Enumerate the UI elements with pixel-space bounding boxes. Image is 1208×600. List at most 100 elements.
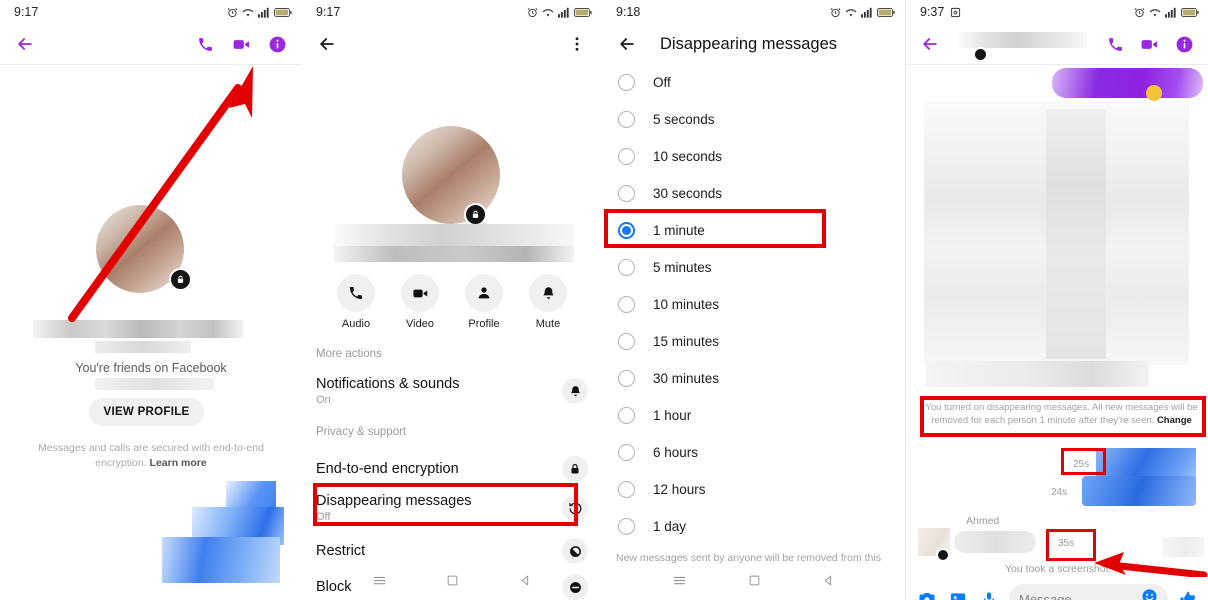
message-timer-25s: 25s [1073,459,1090,470]
android-nav-bar [602,566,905,600]
option-1-day[interactable]: 1 day [602,508,905,545]
incoming-messages-redacted-2 [1046,109,1106,359]
option-10-minutes[interactable]: 10 minutes [602,286,905,323]
back-arrow-icon[interactable] [12,31,38,57]
signal-icon [558,7,570,18]
mutual-info-redacted [95,378,215,390]
radio-button[interactable] [618,370,635,387]
quick-actions-row: Audio Video Profile Mute [302,274,602,330]
radio-button[interactable] [618,481,635,498]
quick-action-profile[interactable]: Profile [465,274,503,330]
home-square-icon[interactable] [748,574,761,592]
quick-action-label: Mute [535,318,561,330]
option-label: 30 seconds [653,186,723,201]
section-privacy-support: Privacy & support [316,426,407,438]
contact-subtitle-redacted [334,246,574,262]
quick-action-mute[interactable]: Mute [529,274,567,330]
lock-icon [562,456,588,482]
home-square-icon[interactable] [446,574,459,592]
settings-row-e2e-encryption[interactable]: End-to-end encryption [302,447,602,491]
lock-icon [464,203,487,226]
contact-header-redacted[interactable] [958,30,1087,62]
wifi-icon [1149,7,1161,18]
option-6-hours[interactable]: 6 hours [602,434,905,471]
radio-button[interactable] [618,296,635,313]
radio-button[interactable] [618,74,635,91]
radio-button-selected[interactable] [618,222,635,239]
radio-button[interactable] [618,444,635,461]
quick-action-label: Profile [468,318,500,330]
learn-more-link[interactable]: Learn more [150,457,207,469]
contact-name-redacted [33,320,243,338]
radio-button[interactable] [618,518,635,535]
incoming-bubble-redacted[interactable] [954,531,1036,553]
back-triangle-icon[interactable] [519,574,532,592]
menu-icon[interactable] [372,573,387,593]
radio-button[interactable] [618,111,635,128]
settings-body: Audio Video Profile Mute More actions No… [302,64,602,600]
video-camera-icon[interactable] [228,31,254,57]
sticker-message[interactable] [149,481,284,586]
message-timer-24s: 24s [1051,487,1068,498]
signal-icon [258,7,270,18]
option-1-minute[interactable]: 1 minute [602,212,905,249]
emoji-reaction-icon [1146,85,1162,101]
bell-icon [562,378,588,404]
chat-body: You turned on disappearing messages. All… [906,65,1208,577]
menu-icon[interactable] [672,573,687,593]
lock-icon [936,548,950,562]
settings-row-notifications[interactable]: Notifications & sounds On [302,369,602,413]
option-10-seconds[interactable]: 10 seconds [602,138,905,175]
back-triangle-icon[interactable] [822,574,835,592]
back-arrow-icon[interactable] [614,31,640,57]
option-5-seconds[interactable]: 5 seconds [602,101,905,138]
thumbs-up-icon[interactable] [1177,588,1199,600]
settings-row-disappearing-messages[interactable]: Disappearing messages Off [302,486,602,530]
radio-button[interactable] [618,185,635,202]
radio-button[interactable] [618,148,635,165]
option-label: 5 minutes [653,260,712,275]
info-icon[interactable] [1172,31,1197,57]
alarm-icon [227,7,238,18]
microphone-icon[interactable] [978,588,1000,600]
option-30-seconds[interactable]: 30 seconds [602,175,905,212]
option-1-hour[interactable]: 1 hour [602,397,905,434]
back-arrow-icon[interactable] [918,31,943,57]
quick-action-video[interactable]: Video [401,274,439,330]
option-15-minutes[interactable]: 15 minutes [602,323,905,360]
option-12-hours[interactable]: 12 hours [602,471,905,508]
radio-button[interactable] [618,259,635,276]
view-profile-button[interactable]: VIEW PROFILE [89,398,204,426]
radio-button[interactable] [618,407,635,424]
avatar[interactable] [96,205,192,293]
image-icon[interactable] [947,588,969,600]
bell-icon [529,274,567,312]
radio-button[interactable] [618,333,635,350]
outgoing-sticker-2[interactable] [1082,476,1196,506]
screenshot-grid: 9:17 You're friends on Facebook VIEW PRO… [0,0,1208,600]
option-30-minutes[interactable]: 30 minutes [602,360,905,397]
row-title: End-to-end encryption [316,460,459,477]
option-label: 12 hours [653,482,706,497]
info-icon[interactable] [264,31,290,57]
video-camera-icon[interactable] [1137,31,1162,57]
quick-action-audio[interactable]: Audio [337,274,375,330]
emoji-icon[interactable] [1141,588,1158,600]
camera-icon[interactable] [916,588,938,600]
option-label: 1 hour [653,408,692,423]
back-arrow-icon[interactable] [314,31,340,57]
wifi-icon [845,7,857,18]
encryption-notice: Messages and calls are secured with end-… [26,441,276,471]
option-label: 10 seconds [653,149,723,164]
screenshot-icon [950,7,961,18]
more-vertical-icon[interactable] [564,31,590,57]
outgoing-message-redacted[interactable] [1052,68,1203,98]
message-input[interactable]: Message [1009,584,1168,600]
panel-disappearing-messages-options: 9:18 Disappearing messages Off 5 seconds… [602,0,905,600]
change-link[interactable]: Change [1157,415,1192,426]
option-label: 1 day [653,519,687,534]
option-5-minutes[interactable]: 5 minutes [602,249,905,286]
phone-icon[interactable] [192,31,218,57]
option-off[interactable]: Off [602,64,905,101]
phone-icon[interactable] [1103,31,1128,57]
